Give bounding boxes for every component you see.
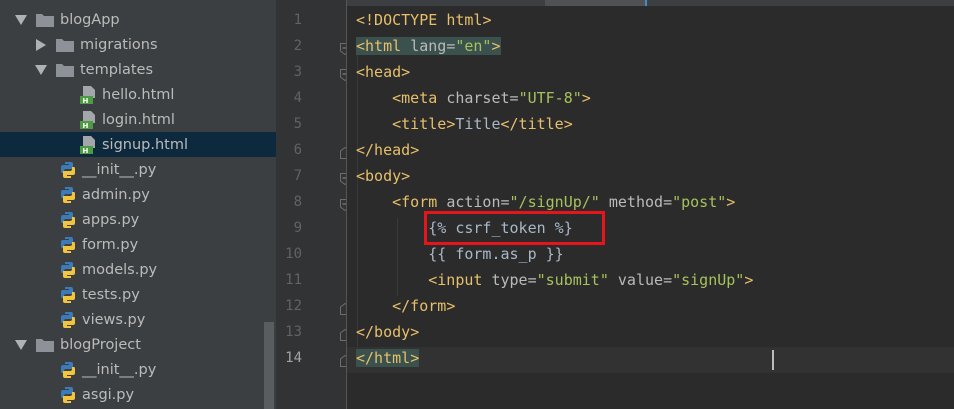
tree-item[interactable]: tests.py (0, 282, 276, 307)
tree-item-label: blogProject (60, 336, 141, 353)
html-file-icon: H (80, 135, 96, 155)
tree-item-label: login.html (102, 111, 175, 128)
tree-item-label: __init__.py (82, 161, 157, 178)
project-tree: blogApp migrations templates Hhello.html Hlo… (0, 0, 276, 409)
python-file-icon (60, 286, 76, 304)
tree-item-label: hello.html (102, 86, 175, 103)
tree-item-label: signup.html (102, 136, 189, 153)
code-editor[interactable]: <!DOCTYPE html> <html lang="en"> <head> <m… (347, 0, 954, 409)
folder-icon (36, 13, 54, 27)
line-number: 2 (293, 38, 302, 54)
text-caret (772, 350, 774, 370)
python-file-icon (60, 386, 76, 404)
folder-icon (36, 338, 54, 352)
folder-icon (56, 38, 74, 52)
python-file-icon (60, 261, 76, 279)
line-number: 1 (293, 12, 302, 28)
tree-item[interactable]: templates (0, 57, 276, 82)
code-line[interactable]: <head> (356, 59, 410, 85)
code-line[interactable]: <body> (356, 163, 410, 189)
current-line-highlight (347, 347, 954, 373)
svg-text:H: H (83, 122, 89, 129)
line-number: 11 (285, 272, 302, 288)
tree-item[interactable]: views.py (0, 307, 276, 332)
tree-item-label: apps.py (82, 211, 140, 228)
code-line[interactable]: <title>Title</title> (356, 111, 573, 137)
python-file-icon (60, 361, 76, 379)
line-number: 8 (293, 194, 302, 210)
tree-item-label: models.py (82, 261, 158, 278)
tree-item[interactable]: Hhello.html (0, 82, 276, 107)
line-number: 12 (285, 298, 302, 314)
tree-item[interactable]: form.py (0, 232, 276, 257)
chevron-down-icon[interactable] (14, 338, 28, 352)
folder-icon (56, 63, 74, 77)
line-number: 7 (293, 168, 302, 184)
tree-item[interactable]: admin.py (0, 182, 276, 207)
tree-item[interactable]: Hlogin.html (0, 107, 276, 132)
python-file-icon (60, 311, 76, 329)
csrf-token-highlight-box (424, 211, 605, 245)
line-number: 14 (285, 350, 302, 366)
tree-item-label: migrations (80, 36, 158, 53)
svg-text:H: H (83, 147, 89, 154)
code-line[interactable]: </html> (356, 345, 420, 371)
html-file-icon: H (80, 110, 96, 130)
chevron-right-icon[interactable] (34, 38, 48, 52)
line-number: 13 (285, 324, 302, 340)
python-file-icon (60, 236, 76, 254)
code-line[interactable]: <meta charset="UTF-8"> (356, 85, 591, 111)
tree-item-label: admin.py (82, 186, 150, 203)
tree-item[interactable]: models.py (0, 257, 276, 282)
python-file-icon (60, 186, 76, 204)
code-line[interactable]: <!DOCTYPE html> (356, 7, 491, 33)
python-file-icon (60, 161, 76, 179)
active-tab-indicator (545, 0, 645, 6)
html-file-icon: H (80, 85, 96, 105)
tree-item-label: templates (80, 61, 154, 78)
tree-item[interactable]: __init__.py (0, 357, 276, 382)
tree-item-label: views.py (82, 311, 146, 328)
code-line[interactable]: </head> (356, 137, 419, 163)
tree-item[interactable]: migrations (0, 32, 276, 57)
line-number: 9 (293, 220, 302, 236)
chevron-down-icon[interactable] (34, 63, 48, 77)
tree-item[interactable]: apps.py (0, 207, 276, 232)
code-line[interactable]: <input type="submit" value="signUp"> (356, 267, 753, 293)
tree-scrollbar[interactable] (264, 322, 274, 409)
code-line[interactable]: <html lang="en"> (356, 33, 501, 59)
code-line[interactable]: </body> (356, 319, 419, 345)
line-number: 3 (293, 64, 302, 80)
line-number: 4 (293, 90, 302, 106)
svg-text:H: H (83, 97, 89, 104)
line-number: 5 (293, 116, 302, 132)
tree-item-label: asgi.py (82, 386, 135, 403)
tree-item-label: tests.py (82, 286, 140, 303)
tree-item-label: form.py (82, 236, 139, 253)
tree-item-label: blogApp (60, 11, 120, 28)
line-number-gutter: 1 2 3 4 5 6 7 8 9 10 11 12 13 14 (278, 0, 350, 409)
chevron-down-icon[interactable] (14, 13, 28, 27)
code-line[interactable]: </form> (356, 293, 455, 319)
tree-item[interactable]: blogProject (0, 332, 276, 357)
editor-tab-strip (347, 0, 954, 6)
tree-item-label: __init__.py (82, 361, 157, 378)
tab-accent (645, 0, 647, 6)
tree-item[interactable]: Hsignup.html (0, 132, 276, 157)
line-number: 10 (285, 246, 302, 262)
tree-item[interactable]: asgi.py (0, 382, 276, 407)
tree-item[interactable]: blogApp (0, 7, 276, 32)
tree-item[interactable]: __init__.py (0, 157, 276, 182)
line-number: 6 (293, 142, 302, 158)
python-file-icon (60, 211, 76, 229)
